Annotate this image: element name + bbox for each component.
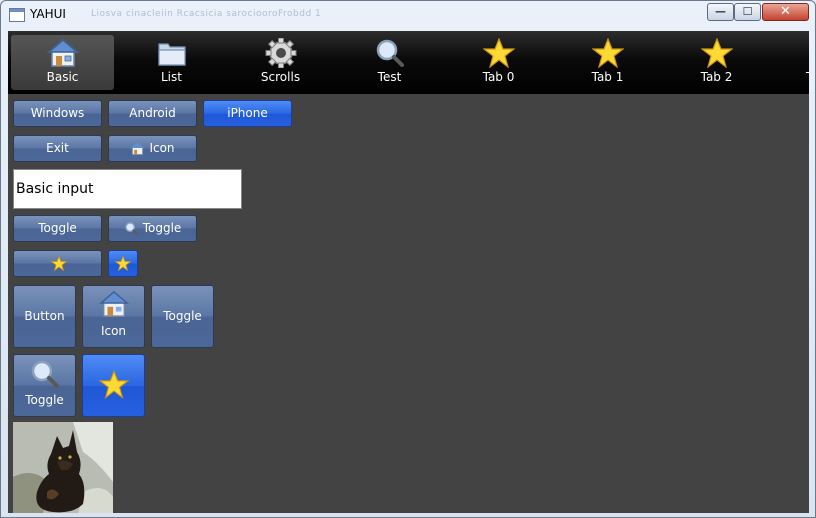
big-search-toggle-label: Toggle bbox=[25, 393, 64, 407]
icon-button[interactable]: Icon bbox=[108, 135, 197, 162]
toggle-button[interactable]: Toggle bbox=[13, 215, 102, 242]
big-icon-button[interactable]: Icon bbox=[82, 285, 145, 348]
star-icon bbox=[483, 38, 515, 68]
title-bar[interactable]: YAHUI Liosva cinacleiin Rcacsicia saroci… bbox=[1, 1, 815, 29]
big-icon-label: Icon bbox=[100, 324, 127, 338]
folder-icon bbox=[158, 43, 186, 66]
tab-bar: Basic List Scrolls Test Tab 0 Tab 1 Tab … bbox=[8, 31, 809, 94]
minimize-icon: — bbox=[715, 5, 726, 18]
big-button-label: Button bbox=[24, 309, 65, 323]
star-icon bbox=[51, 256, 67, 271]
tab-label: Tab 0 bbox=[482, 70, 515, 84]
window-icon bbox=[9, 8, 25, 22]
tab-label: List bbox=[161, 70, 182, 84]
cat-photo bbox=[13, 422, 113, 513]
maximize-button[interactable]: ☐ bbox=[734, 3, 761, 21]
tab-basic[interactable]: Basic bbox=[11, 35, 114, 90]
magnifier-icon bbox=[124, 222, 138, 236]
basic-input[interactable]: Basic input bbox=[13, 169, 242, 209]
android-button[interactable]: Android bbox=[108, 100, 197, 127]
search-toggle-label: Toggle bbox=[142, 221, 182, 235]
tab-1[interactable]: Tab 1 bbox=[556, 35, 659, 90]
tab-test[interactable]: Test bbox=[338, 35, 441, 90]
big-toggle-label: Toggle bbox=[163, 309, 202, 323]
tab-label: Basic bbox=[46, 70, 79, 84]
close-button[interactable]: ✕ bbox=[762, 3, 809, 21]
home-icon bbox=[130, 141, 146, 156]
ghost-title: Liosva cinacleiin Rcacsicia sarociooroFr… bbox=[91, 9, 322, 19]
home-icon bbox=[47, 39, 79, 67]
tab-label: T bbox=[806, 70, 809, 84]
star-icon bbox=[115, 256, 131, 271]
star-icon bbox=[701, 38, 733, 68]
tab-0[interactable]: Tab 0 bbox=[447, 35, 550, 90]
icon-button-label: Icon bbox=[149, 141, 175, 155]
star-icon bbox=[99, 370, 129, 399]
big-star-button[interactable] bbox=[82, 354, 145, 417]
tab-label: Test bbox=[377, 70, 402, 84]
tab-scrolls[interactable]: Scrolls bbox=[229, 35, 332, 90]
minimize-button[interactable]: — bbox=[707, 3, 734, 21]
big-toggle-button[interactable]: Toggle bbox=[151, 285, 214, 348]
tab-list[interactable]: List bbox=[120, 35, 223, 90]
star-icon bbox=[592, 38, 624, 68]
client-area: Basic List Scrolls Test Tab 0 Tab 1 Tab … bbox=[8, 31, 809, 513]
app-window: YAHUI Liosva cinacleiin Rcacsicia saroci… bbox=[0, 0, 816, 518]
home-icon bbox=[99, 290, 129, 317]
big-button[interactable]: Button bbox=[13, 285, 76, 348]
tab-label: Scrolls bbox=[260, 70, 301, 84]
tab-2[interactable]: Tab 2 bbox=[665, 35, 768, 90]
tab-overflow[interactable]: T bbox=[774, 35, 809, 90]
star-small-button[interactable] bbox=[108, 250, 138, 277]
magnifier-icon bbox=[376, 39, 404, 67]
window-title: YAHUI bbox=[30, 7, 66, 21]
big-search-toggle-button[interactable]: Toggle bbox=[13, 354, 76, 417]
exit-button[interactable]: Exit bbox=[13, 135, 102, 162]
gear-icon bbox=[265, 38, 297, 68]
tab-label: Tab 2 bbox=[700, 70, 733, 84]
cat-image bbox=[13, 422, 113, 513]
magnifier-icon bbox=[31, 360, 59, 388]
search-toggle-button[interactable]: Toggle bbox=[108, 215, 197, 242]
close-icon: ✕ bbox=[780, 4, 791, 19]
star-toggle-button[interactable] bbox=[13, 250, 102, 277]
windows-button[interactable]: Windows bbox=[13, 100, 102, 127]
tab-label: Tab 1 bbox=[591, 70, 624, 84]
iphone-button[interactable]: iPhone bbox=[203, 100, 292, 127]
maximize-icon: ☐ bbox=[742, 5, 753, 18]
